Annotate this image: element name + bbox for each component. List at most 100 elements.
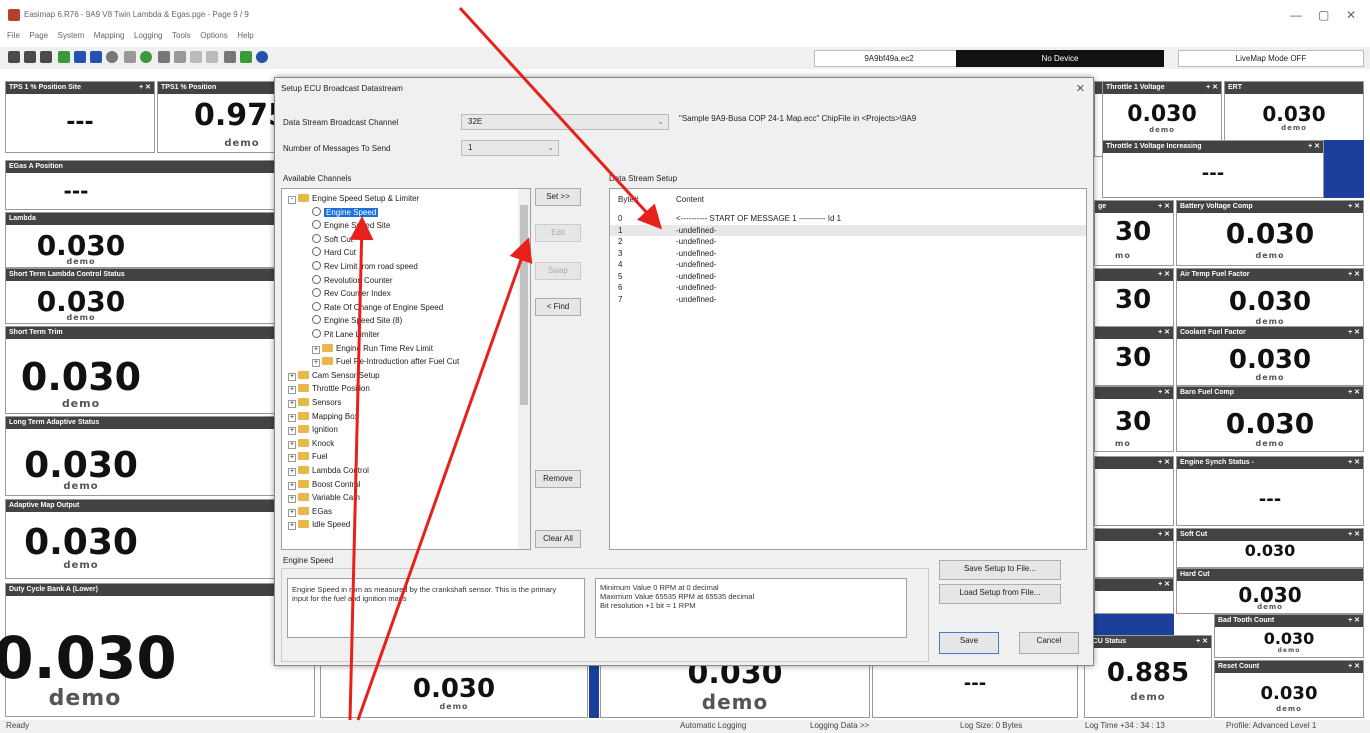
panel-controls[interactable]: + ✕ bbox=[1348, 529, 1360, 541]
tree-item[interactable]: + Idle Speed bbox=[288, 519, 350, 531]
tree-item[interactable]: Engine Speed bbox=[312, 206, 379, 218]
panel-controls[interactable]: + ✕ bbox=[1158, 457, 1170, 469]
panel-controls[interactable]: + ✕ bbox=[1158, 387, 1170, 399]
expand-icon[interactable]: + bbox=[288, 386, 296, 395]
tree-item[interactable]: + Fuel bbox=[288, 451, 328, 463]
tool-icon[interactable] bbox=[224, 51, 236, 63]
tree-item[interactable]: Hard Cut bbox=[312, 247, 356, 258]
messages-select[interactable]: 1 ⌄ bbox=[461, 140, 559, 156]
panel-controls[interactable]: + ✕ bbox=[1158, 269, 1170, 281]
tree-item[interactable]: + Cam Sensor Setup bbox=[288, 370, 380, 381]
menu-file[interactable]: File bbox=[7, 31, 20, 40]
menu-options[interactable]: Options bbox=[200, 31, 228, 40]
datastream-row[interactable]: 5 -undefined- bbox=[610, 271, 1086, 282]
tree-item[interactable]: + Fuel Re-Introduction after Fuel Cut bbox=[312, 356, 459, 368]
menu-mapping[interactable]: Mapping bbox=[94, 31, 125, 40]
tool-icon[interactable] bbox=[240, 51, 252, 63]
dialog-close-icon[interactable]: ✕ bbox=[1076, 82, 1085, 95]
datastream-row[interactable]: 4 -undefined- bbox=[610, 259, 1086, 270]
tree-item[interactable]: Rev Counter Index bbox=[312, 288, 391, 299]
livemap-button[interactable]: LiveMap Mode OFF bbox=[1178, 50, 1364, 67]
tree-item[interactable]: + Variable Cam bbox=[288, 492, 360, 504]
tree-item[interactable]: Soft Cut bbox=[312, 233, 353, 245]
menu-tools[interactable]: Tools bbox=[172, 31, 191, 40]
datastream-list[interactable]: Byte# Content 0 <---------- START OF MESS… bbox=[609, 188, 1087, 550]
tree-item[interactable]: + Throttle Position bbox=[288, 383, 370, 395]
tree-item[interactable]: + Ignition bbox=[288, 424, 338, 436]
tree-item[interactable]: Revolution Counter bbox=[312, 274, 392, 286]
tree-item[interactable]: + EGas bbox=[288, 506, 332, 517]
expand-icon[interactable]: + bbox=[288, 508, 296, 517]
panel-controls[interactable]: + ✕ bbox=[1348, 457, 1360, 469]
tree-item[interactable]: + Lambda Control bbox=[288, 465, 369, 476]
expand-icon[interactable]: + bbox=[288, 440, 296, 449]
panel-controls[interactable]: + ✕ bbox=[1158, 327, 1170, 339]
tree-item[interactable]: + Engine Run Time Rev Limit bbox=[312, 343, 433, 354]
panel-controls[interactable]: + ✕ bbox=[1196, 636, 1208, 648]
tree-item[interactable]: Engine Speed Site bbox=[312, 220, 390, 231]
expand-icon[interactable]: + bbox=[288, 468, 296, 476]
swap-button[interactable]: Swap bbox=[535, 262, 581, 280]
tool-icon[interactable] bbox=[174, 51, 186, 63]
tree-item[interactable]: Engine Speed Site (8) bbox=[312, 315, 402, 326]
panel-controls[interactable]: + ✕ bbox=[1348, 201, 1360, 213]
datastream-row[interactable]: 7 -undefined- bbox=[610, 294, 1086, 305]
expand-icon[interactable]: + bbox=[288, 372, 296, 381]
tree-item[interactable]: + Mapping Box bbox=[288, 411, 359, 422]
datastream-row[interactable]: 1 -undefined- bbox=[610, 224, 1086, 236]
datastream-row[interactable]: 2 -undefined- bbox=[610, 236, 1086, 247]
channel-tree[interactable]: - Engine Speed Setup & Limiter Engine Spee… bbox=[281, 188, 531, 550]
menu-logging[interactable]: Logging bbox=[134, 31, 162, 40]
maximize-icon[interactable]: ▢ bbox=[1318, 8, 1329, 22]
panel-controls[interactable]: + ✕ bbox=[1348, 327, 1360, 339]
menu-page[interactable]: Page bbox=[29, 31, 48, 40]
expand-icon[interactable]: + bbox=[312, 345, 320, 354]
tool-icon[interactable] bbox=[140, 51, 152, 63]
minimize-icon[interactable]: — bbox=[1290, 8, 1302, 22]
tool-icon[interactable] bbox=[24, 51, 36, 63]
cancel-button[interactable]: Cancel bbox=[1019, 632, 1079, 654]
tree-item[interactable]: + Knock bbox=[288, 438, 334, 449]
panel-controls[interactable]: + ✕ bbox=[1158, 579, 1170, 591]
expand-icon[interactable]: + bbox=[288, 481, 296, 490]
tool-icon[interactable] bbox=[58, 51, 70, 63]
tool-icon[interactable] bbox=[90, 51, 102, 63]
expand-icon[interactable]: + bbox=[288, 427, 296, 436]
tool-icon[interactable] bbox=[106, 51, 118, 63]
tool-icon[interactable] bbox=[74, 51, 86, 63]
tree-item[interactable]: Pit Lane Limiter bbox=[312, 329, 380, 340]
save-button[interactable]: Save bbox=[939, 632, 999, 654]
tool-icon[interactable] bbox=[40, 51, 52, 63]
panel-controls[interactable]: + ✕ bbox=[1158, 529, 1170, 541]
channel-select[interactable]: 32E ⌄ bbox=[461, 114, 669, 130]
tree-scrollbar[interactable] bbox=[518, 189, 530, 549]
tool-icon[interactable] bbox=[8, 51, 20, 63]
panel-controls[interactable]: + ✕ bbox=[1348, 269, 1360, 281]
panel-controls[interactable]: + ✕ bbox=[1348, 615, 1360, 627]
scroll-thumb[interactable] bbox=[520, 205, 528, 405]
panel-controls[interactable]: + ✕ bbox=[1158, 201, 1170, 213]
collapse-icon[interactable]: - bbox=[288, 196, 296, 204]
close-icon[interactable]: ✕ bbox=[1346, 8, 1356, 22]
panel-controls[interactable]: + ✕ bbox=[1348, 661, 1360, 673]
panel-controls[interactable]: + ✕ bbox=[1348, 387, 1360, 399]
tool-icon[interactable] bbox=[124, 51, 136, 63]
datastream-row[interactable]: 3 -undefined- bbox=[610, 248, 1086, 259]
edit-button[interactable]: Edit bbox=[535, 224, 581, 242]
menu-help[interactable]: Help bbox=[237, 31, 253, 40]
expand-icon[interactable]: + bbox=[288, 454, 296, 463]
datastream-row[interactable]: 6 -undefined- bbox=[610, 282, 1086, 293]
tree-item[interactable]: + Sensors bbox=[288, 397, 341, 408]
panel-controls[interactable]: + ✕ bbox=[139, 82, 151, 94]
tree-item[interactable]: - Engine Speed Setup & Limiter bbox=[288, 193, 419, 204]
tool-icon[interactable] bbox=[206, 51, 218, 63]
find-button[interactable]: < Find bbox=[535, 298, 581, 316]
set-button[interactable]: Set >> bbox=[535, 188, 581, 206]
expand-icon[interactable]: + bbox=[288, 522, 296, 531]
tree-item[interactable]: Rate Of Change of Engine Speed bbox=[312, 301, 443, 313]
expand-icon[interactable]: + bbox=[288, 413, 296, 422]
panel-controls[interactable]: + ✕ bbox=[1206, 82, 1218, 94]
expand-icon[interactable]: + bbox=[288, 400, 296, 408]
expand-icon[interactable]: + bbox=[288, 495, 296, 504]
tool-icon[interactable] bbox=[158, 51, 170, 63]
